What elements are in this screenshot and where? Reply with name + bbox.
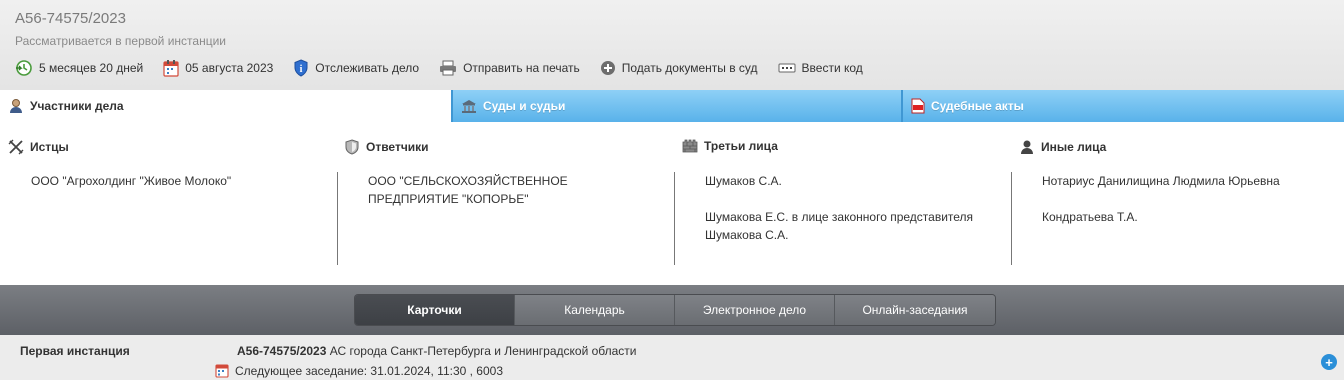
- print-label: Отправить на печать: [463, 61, 580, 75]
- tab-courts-judges[interactable]: Суды и судьи: [451, 90, 901, 122]
- track-case-label: Отслеживать дело: [315, 61, 420, 75]
- duration-item: 5 месяцев 20 дней: [15, 59, 143, 77]
- instance-case-number[interactable]: А56-74575/2023: [237, 344, 326, 358]
- others-heading: Иные лица: [1019, 139, 1106, 155]
- view-tab-online-hearings[interactable]: Онлайн-заседания: [835, 295, 995, 325]
- enter-code-button[interactable]: Ввести код: [778, 61, 863, 75]
- case-header: А56-74575/2023 Рассматривается в первой …: [0, 0, 1344, 90]
- submit-documents-label: Подать документы в суд: [621, 61, 758, 75]
- list-item[interactable]: Шумакова Е.С. в лице законного представи…: [705, 208, 995, 244]
- castle-wall-icon: [682, 139, 698, 153]
- column-divider: [1011, 172, 1012, 265]
- defendants-heading: Ответчики: [344, 139, 429, 155]
- plus-circle-icon: [600, 61, 615, 75]
- plaintiffs-list: ООО "Агрохолдинг "Живое Молоко": [31, 172, 321, 208]
- list-item[interactable]: Шумаков С.А.: [705, 172, 995, 190]
- next-hearing: Следующее заседание: 31.01.2024, 11:30 ,…: [215, 363, 503, 378]
- crossed-swords-icon: [8, 139, 24, 155]
- defendants-list: ООО "СЕЛЬСКОХОЗЯЙСТВЕННОЕ ПРЕДПРИЯТИЕ "К…: [368, 172, 658, 226]
- list-item[interactable]: ООО "СЕЛЬСКОХОЗЯЙСТВЕННОЕ ПРЕДПРИЯТИЕ "К…: [368, 172, 658, 208]
- clock-back-icon: [16, 60, 32, 76]
- case-actions: 5 месяцев 20 дней 05 августа 2023 i Отсл…: [15, 59, 883, 77]
- view-tab-electronic-case[interactable]: Электронное дело: [675, 295, 835, 325]
- others-title: Иные лица: [1041, 140, 1107, 154]
- case-status: Рассматривается в первой инстанции: [15, 34, 226, 48]
- third-parties-title: Третьи лица: [704, 139, 778, 153]
- view-switcher: Карточки Календарь Электронное дело Онла…: [355, 295, 995, 325]
- date-item: 05 августа 2023: [163, 59, 274, 77]
- enter-code-label: Ввести код: [801, 61, 863, 75]
- plaintiffs-title: Истцы: [30, 140, 69, 154]
- pdf-icon: [911, 98, 925, 114]
- third-parties-list: Шумаков С.А. Шумакова Е.С. в лице законн…: [705, 172, 995, 262]
- third-parties-heading: Третьи лица: [682, 139, 778, 153]
- instance-case: А56-74575/2023 АС города Санкт-Петербург…: [237, 344, 637, 358]
- instance-label: Первая инстанция: [20, 344, 130, 358]
- track-case-button[interactable]: i Отслеживать дело: [293, 59, 419, 77]
- participants-panel: Истцы ООО "Агрохолдинг "Живое Молоко" От…: [0, 122, 1344, 285]
- case-tabs: Участники дела Суды и судьи Судебные акт…: [0, 90, 1344, 122]
- view-switcher-bar: Карточки Календарь Электронное дело Онла…: [0, 285, 1344, 335]
- expand-instance-button[interactable]: +: [1321, 354, 1337, 370]
- tab-courts-judges-label: Суды и судьи: [483, 99, 566, 113]
- print-button[interactable]: Отправить на печать: [439, 60, 580, 76]
- duration-label: 5 месяцев 20 дней: [39, 61, 144, 75]
- date-label: 05 августа 2023: [185, 61, 274, 75]
- user-silhouette-icon: [1021, 140, 1033, 154]
- others-list: Нотариус Данилищина Людмила Юрьевна Конд…: [1042, 172, 1337, 244]
- instance-row: Первая инстанция А56-74575/2023 АС город…: [0, 335, 1344, 380]
- person-icon: [10, 99, 22, 113]
- case-number: А56-74575/2023: [15, 10, 126, 27]
- tab-court-acts-label: Судебные акты: [931, 99, 1024, 113]
- svg-text:i: i: [300, 64, 303, 75]
- tab-participants-label: Участники дела: [30, 99, 124, 113]
- list-item[interactable]: Кондратьева Т.А.: [1042, 208, 1337, 226]
- column-divider: [674, 172, 675, 265]
- printer-icon: [440, 60, 457, 76]
- defendants-title: Ответчики: [366, 140, 429, 154]
- list-item[interactable]: ООО "Агрохолдинг "Живое Молоко": [31, 172, 321, 190]
- court-building-icon: [462, 99, 476, 113]
- tab-participants[interactable]: Участники дела: [0, 90, 451, 122]
- calendar-icon: [163, 59, 179, 77]
- next-hearing-label: Следующее заседание: 31.01.2024, 11:30 ,…: [235, 363, 503, 378]
- view-tab-calendar[interactable]: Календарь: [515, 295, 675, 325]
- list-item[interactable]: Нотариус Данилищина Людмила Юрьевна: [1042, 172, 1337, 190]
- shield-icon: [345, 139, 359, 155]
- submit-documents-button[interactable]: Подать документы в суд: [600, 60, 758, 76]
- calendar-icon: [215, 364, 229, 378]
- code-icon: [778, 63, 796, 73]
- info-shield-icon: i: [294, 59, 308, 77]
- tab-court-acts[interactable]: Судебные акты: [901, 90, 1344, 122]
- column-divider: [337, 172, 338, 265]
- instance-court: АС города Санкт-Петербурга и Ленинградск…: [329, 344, 637, 358]
- plaintiffs-heading: Истцы: [8, 139, 69, 155]
- view-tab-cards[interactable]: Карточки: [355, 295, 515, 325]
